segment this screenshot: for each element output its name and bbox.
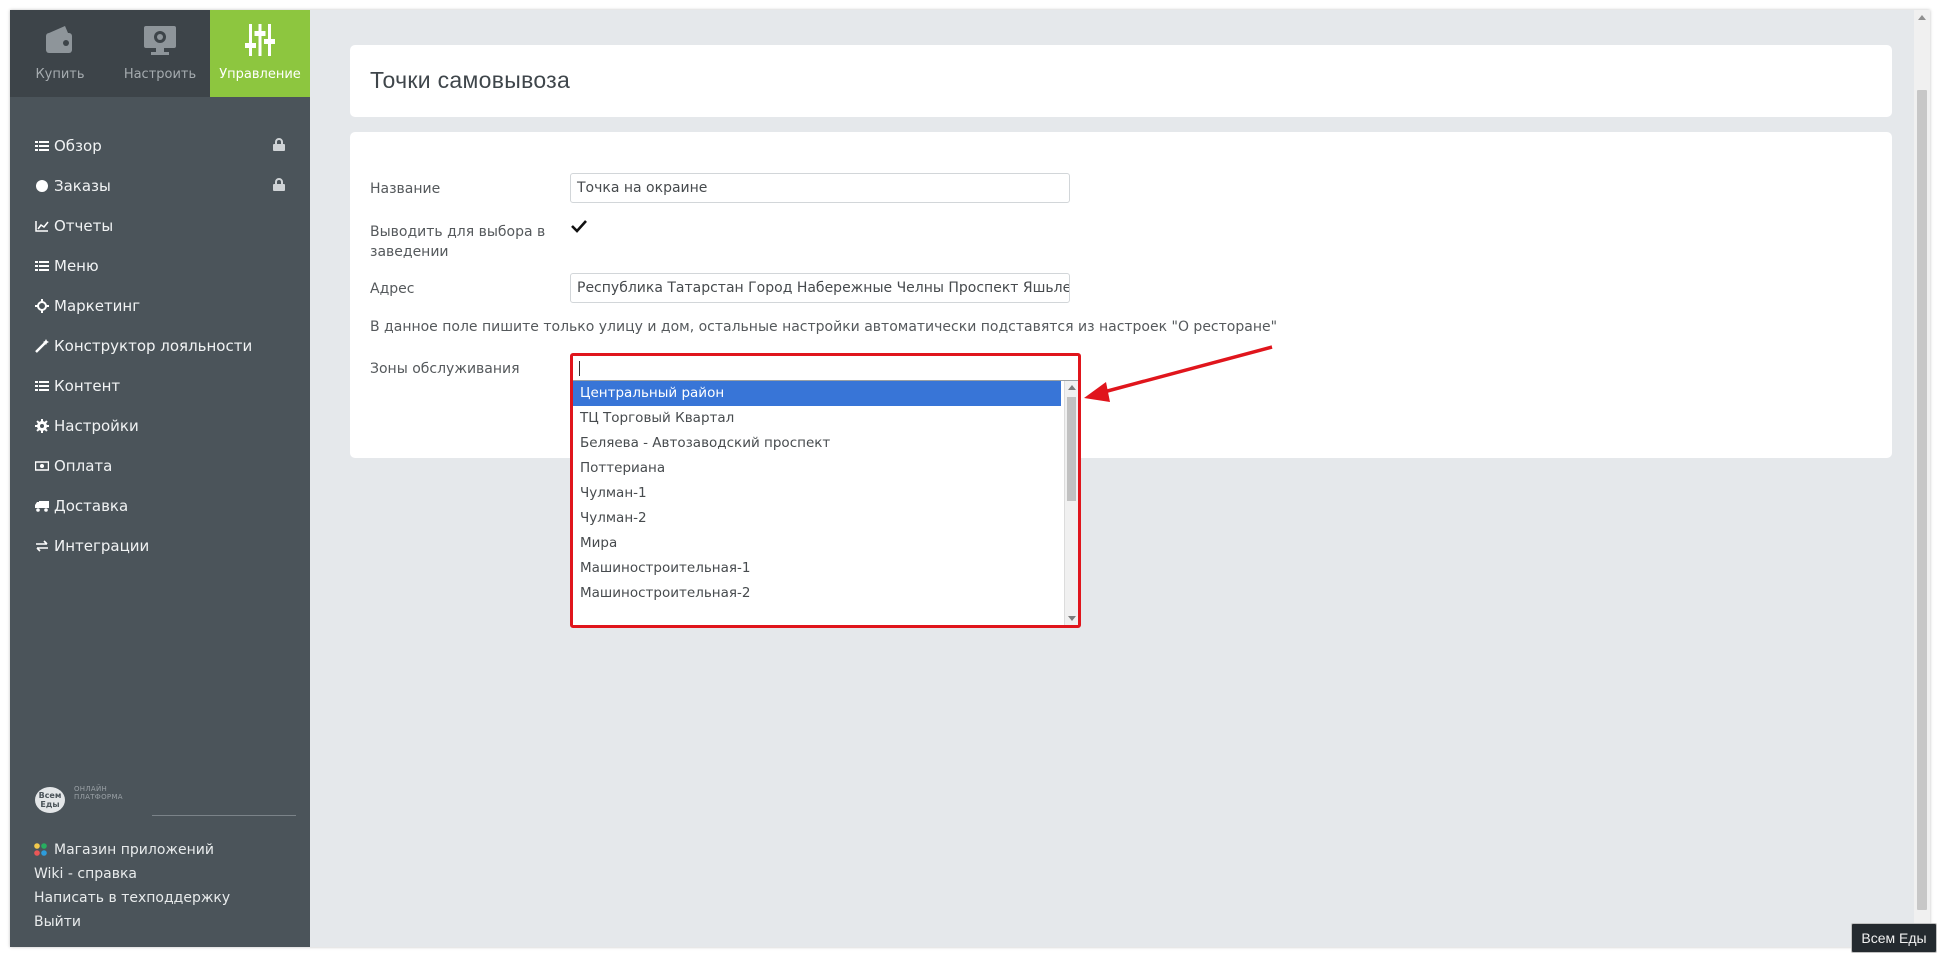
- sidebar-item-label: Оплата: [54, 457, 113, 475]
- sidebar-item-label: Доставка: [54, 497, 129, 515]
- address-hint: В данное поле пишите только улицу и дом,…: [370, 319, 1278, 335]
- topnav-configure-label: Настроить: [123, 67, 197, 82]
- title-card: Точки самовывоза: [350, 45, 1892, 117]
- checkmark-icon: [571, 220, 587, 233]
- zones-multiselect[interactable]: Центральный район ТЦ Торговый Квартал Бе…: [570, 353, 1081, 628]
- sidebar-item-orders[interactable]: Заказы: [34, 174, 294, 198]
- sidebar-item-label: Конструктор лояльности: [54, 337, 253, 355]
- zone-option[interactable]: Машиностроительная-2: [573, 581, 1061, 606]
- name-field[interactable]: Точка на окраине: [570, 173, 1070, 203]
- top-nav: Купить Настроить Управление: [10, 10, 310, 97]
- zone-option[interactable]: Центральный район: [573, 381, 1061, 406]
- dropdown-scrollbar[interactable]: [1064, 381, 1078, 625]
- scroll-down-icon[interactable]: [1068, 616, 1076, 621]
- address-field[interactable]: Республика Татарстан Город Набережные Че…: [570, 273, 1070, 303]
- zone-option[interactable]: Мира: [573, 531, 1061, 556]
- gear-icon: [34, 418, 50, 434]
- sidebar-item-integrations[interactable]: Интеграции: [34, 534, 294, 558]
- exchange-icon: [34, 538, 50, 554]
- zone-option[interactable]: ТЦ Торговый Квартал: [573, 406, 1061, 431]
- apps-icon: [34, 843, 48, 857]
- sidebar-item-payment[interactable]: Оплата: [34, 454, 294, 478]
- annotation-arrow-icon: [1084, 345, 1273, 402]
- circle-icon: [34, 178, 50, 194]
- sidebar-item-label: Заказы: [54, 177, 111, 195]
- text-caret: [579, 361, 580, 376]
- topnav-buy[interactable]: Купить: [10, 10, 110, 97]
- support-link[interactable]: Написать в техподдержку: [34, 888, 230, 908]
- app-store-link[interactable]: Магазин приложений: [34, 840, 214, 860]
- scroll-up-icon[interactable]: [1918, 15, 1926, 20]
- zones-search-input[interactable]: [573, 356, 1078, 381]
- page-title: Точки самовывоза: [370, 67, 571, 93]
- name-label: Название: [370, 181, 441, 197]
- line-chart-icon: [34, 218, 50, 234]
- scroll-thumb[interactable]: [1067, 397, 1076, 501]
- sidebar-item-reports[interactable]: Отчеты: [34, 214, 294, 238]
- money-icon: [34, 458, 50, 474]
- sidebar-item-settings[interactable]: Настройки: [34, 414, 294, 438]
- zone-option[interactable]: Машиностроительная-1: [573, 556, 1061, 581]
- monitor-gear-icon: [140, 20, 180, 60]
- sidebar-item-menu[interactable]: Меню: [34, 254, 294, 278]
- truck-icon: [34, 498, 50, 514]
- sidebar-item-label: Меню: [54, 257, 99, 275]
- sidebar: Купить Настроить Управление Обзор Заказы…: [10, 10, 310, 947]
- svg-text:Еды: Еды: [40, 800, 59, 809]
- wiki-link[interactable]: Wiki - справка: [34, 864, 137, 884]
- zone-option[interactable]: Беляева - Автозаводский проспект: [573, 431, 1061, 456]
- sliders-icon: [240, 20, 280, 60]
- list-icon: [34, 258, 50, 274]
- logo-icon: Всем Еды: [35, 787, 65, 813]
- show-in-venue-checkbox[interactable]: [571, 218, 587, 234]
- sidebar-item-label: Обзор: [54, 137, 102, 155]
- sidebar-item-label: Интеграции: [54, 537, 150, 555]
- address-label: Адрес: [370, 281, 415, 297]
- wallet-icon: [40, 20, 80, 60]
- brand-logo: Всем Еды ОНЛАЙН ПЛАТФОРМА: [34, 785, 296, 819]
- sidebar-item-delivery[interactable]: Доставка: [34, 494, 294, 518]
- lock-icon: [272, 138, 286, 156]
- topnav-manage[interactable]: Управление: [210, 10, 310, 97]
- sidebar-item-label: Отчеты: [54, 217, 114, 235]
- window-tooltip: Всем Еды: [1851, 923, 1937, 953]
- zone-option[interactable]: Чулман-2: [573, 506, 1061, 531]
- zone-option[interactable]: Поттериана: [573, 456, 1061, 481]
- app-window: Купить Настроить Управление Обзор Заказы…: [10, 10, 1930, 947]
- topnav-configure[interactable]: Настроить: [110, 10, 210, 97]
- list-icon: [34, 138, 50, 154]
- sidebar-item-loyalty[interactable]: Конструктор лояльности: [34, 334, 294, 358]
- crosshair-icon: [34, 298, 50, 314]
- page-scrollbar[interactable]: [1914, 10, 1930, 947]
- sidebar-item-label: Настройки: [54, 417, 139, 435]
- magic-wand-icon: [34, 338, 50, 354]
- divider: [152, 815, 296, 816]
- sidebar-item-label: Контент: [54, 377, 121, 395]
- topnav-manage-label: Управление: [219, 67, 301, 82]
- sidebar-item-content[interactable]: Контент: [34, 374, 294, 398]
- list-icon: [34, 378, 50, 394]
- sidebar-item-overview[interactable]: Обзор: [34, 134, 294, 158]
- sidebar-item-label: Маркетинг: [54, 297, 141, 315]
- lock-icon: [272, 178, 286, 196]
- brand-tagline-1: ОНЛАЙН: [74, 785, 108, 793]
- app-store-label: Магазин приложений: [54, 842, 214, 858]
- scroll-thumb[interactable]: [1917, 90, 1927, 910]
- topnav-buy-label: Купить: [35, 67, 85, 82]
- zone-option[interactable]: Чулман-1: [573, 481, 1061, 506]
- brand-tagline-2: ПЛАТФОРМА: [74, 793, 123, 801]
- svg-text:Всем: Всем: [39, 791, 62, 800]
- zones-label: Зоны обслуживания: [370, 361, 520, 377]
- logout-link[interactable]: Выйти: [34, 912, 81, 932]
- sidebar-item-marketing[interactable]: Маркетинг: [34, 294, 294, 318]
- show-in-venue-label: Выводить для выбора в заведении: [370, 224, 546, 260]
- zones-options-list: Центральный район ТЦ Торговый Квартал Бе…: [573, 381, 1078, 625]
